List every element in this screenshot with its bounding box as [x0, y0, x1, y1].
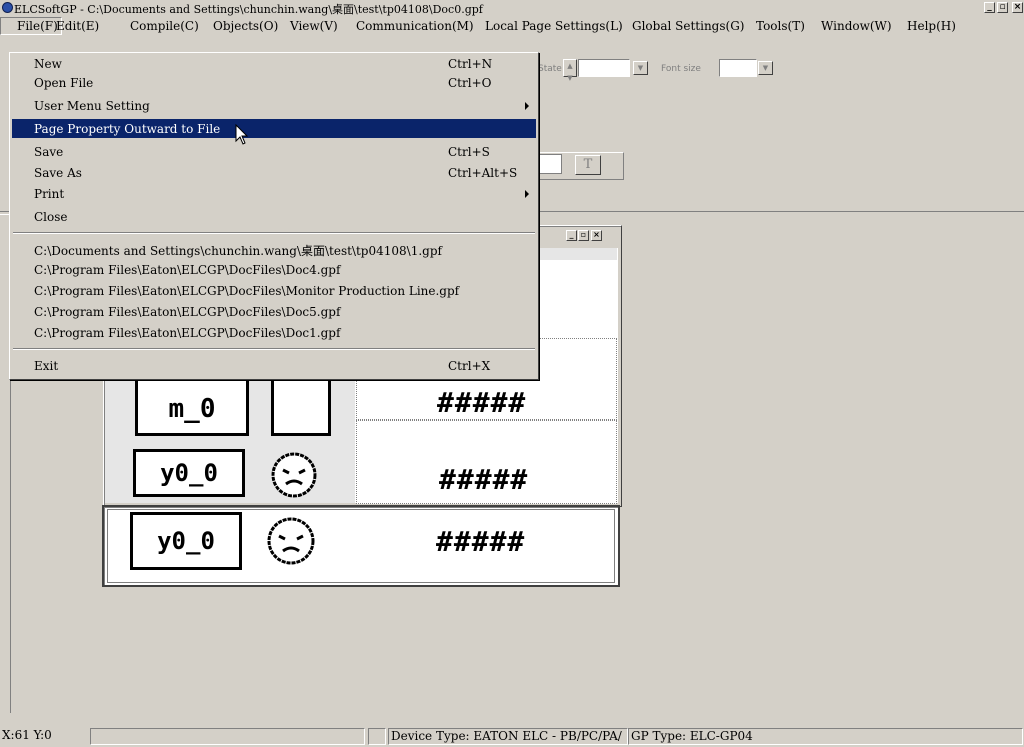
- status-pane-small: [368, 728, 386, 745]
- window-title: ELCSoftGP - C:\Documents and Settings\ch…: [14, 3, 483, 16]
- menu-item-recent-file[interactable]: C:\Program Files\Eaton\ELCGP\DocFiles\Do…: [12, 260, 536, 279]
- menu-help[interactable]: Help(H): [907, 19, 956, 33]
- submenu-arrow-icon: [525, 190, 529, 198]
- font-size-combo[interactable]: [719, 59, 757, 77]
- menu-item-label: Print: [34, 187, 65, 201]
- menu-item-new[interactable]: New Ctrl+N: [12, 54, 536, 73]
- numeric-display: #####: [436, 525, 526, 558]
- file-menu-dropdown: New Ctrl+N Open File Ctrl+O User Menu Se…: [9, 52, 539, 380]
- spin-arrows-icon: ▲ ▼: [567, 62, 573, 82]
- status-pane-empty: [90, 728, 365, 745]
- child-window-front[interactable]: y0_0 #####: [102, 505, 620, 587]
- status-bar: X:61 Y:0 Device Type: EATON ELC - PB/PC/…: [0, 726, 1024, 747]
- state-combo[interactable]: [578, 59, 630, 77]
- menu-item-label: C:\Program Files\Eaton\ELCGP\DocFiles\Do…: [34, 263, 341, 277]
- menu-item-shortcut: Ctrl+N: [448, 57, 493, 71]
- menu-file[interactable]: File(F): [0, 17, 62, 35]
- menu-item-shortcut: Ctrl+X: [448, 359, 491, 373]
- state-dropdown-button[interactable]: ▼: [633, 61, 648, 75]
- submenu-arrow-icon: [525, 102, 529, 110]
- menu-item-recent-file[interactable]: C:\Program Files\Eaton\ELCGP\DocFiles\Do…: [12, 302, 536, 321]
- tag-box[interactable]: m_0: [135, 374, 249, 436]
- menu-item-page-property-outward[interactable]: Page Property Outward to File: [12, 119, 536, 138]
- menu-item-shortcut: Ctrl+S: [448, 145, 490, 159]
- tag-box[interactable]: y0_0: [130, 512, 242, 570]
- tag-label: y0_0: [157, 527, 215, 555]
- menu-edit[interactable]: Edit(E): [56, 19, 99, 33]
- close-button[interactable]: ×: [591, 230, 602, 241]
- menu-item-recent-file[interactable]: C:\Documents and Settings\chunchin.wang\…: [12, 239, 536, 258]
- state-label-group: State: [538, 60, 562, 74]
- menu-global-settings[interactable]: Global Settings(G): [632, 19, 744, 33]
- tag-box[interactable]: y0_0: [133, 449, 245, 497]
- menu-item-close[interactable]: Close: [12, 207, 536, 226]
- menu-item-label: Exit: [34, 359, 59, 373]
- font-size-label-group: Font size: [661, 60, 701, 74]
- face-icon: [271, 452, 317, 498]
- chevron-down-icon: ▼: [637, 64, 644, 72]
- status-device-type: Device Type: EATON ELC - PB/PC/PA/: [388, 728, 628, 745]
- menu-item-label: New: [34, 57, 62, 71]
- menu-item-label: C:\Documents and Settings\chunchin.wang\…: [34, 244, 442, 258]
- menu-view[interactable]: View(V): [290, 19, 338, 33]
- state-label: State: [538, 64, 562, 74]
- status-gp-type: GP Type: ELC-GP04: [628, 728, 1023, 745]
- minimize-button[interactable]: _: [566, 230, 577, 241]
- face-icon: [267, 517, 315, 565]
- menu-item-label: Save: [34, 145, 64, 159]
- menu-item-shortcut: Ctrl+O: [448, 76, 492, 90]
- text-tool-button[interactable]: T: [575, 155, 601, 175]
- menu-item-print[interactable]: Print: [12, 184, 536, 203]
- state-spin[interactable]: ▲ ▼: [563, 59, 577, 82]
- menu-objects[interactable]: Objects(O): [213, 19, 278, 33]
- maximize-button[interactable]: ▫: [997, 2, 1008, 13]
- close-button[interactable]: ×: [1012, 2, 1023, 13]
- menu-item-label: Save As: [34, 166, 82, 180]
- font-size-dropdown-button[interactable]: ▼: [758, 61, 773, 75]
- chevron-down-icon: ▼: [762, 64, 769, 72]
- menu-compile[interactable]: Compile(C): [130, 19, 199, 33]
- menu-item-label: C:\Program Files\Eaton\ELCGP\DocFiles\Do…: [34, 305, 341, 319]
- app-icon: [2, 2, 13, 13]
- numeric-display: #####: [437, 386, 527, 419]
- title-bar: ELCSoftGP - C:\Documents and Settings\ch…: [0, 0, 1024, 16]
- lamp-box[interactable]: [271, 374, 331, 436]
- tag-label: y0_0: [160, 459, 218, 487]
- menu-item-label: C:\Program Files\Eaton\ELCGP\DocFiles\Mo…: [34, 284, 460, 298]
- menu-item-open-file[interactable]: Open File Ctrl+O: [12, 73, 536, 92]
- menu-communication[interactable]: Communication(M): [356, 19, 474, 33]
- menu-item-user-menu-setting[interactable]: User Menu Setting: [12, 96, 536, 115]
- menu-window[interactable]: Window(W): [821, 19, 892, 33]
- menu-item-label: Page Property Outward to File: [34, 122, 221, 136]
- menu-item-shortcut: Ctrl+Alt+S: [448, 166, 518, 180]
- menu-tools[interactable]: Tools(T): [756, 19, 805, 33]
- menu-item-label: Open File: [34, 76, 94, 90]
- maximize-button[interactable]: ▫: [578, 230, 589, 241]
- menu-item-save[interactable]: Save Ctrl+S: [12, 142, 536, 161]
- menu-item-save-as[interactable]: Save As Ctrl+Alt+S: [12, 163, 536, 182]
- menu-separator: [13, 348, 535, 350]
- font-size-label: Font size: [661, 64, 701, 74]
- menu-item-label: C:\Program Files\Eaton\ELCGP\DocFiles\Do…: [34, 326, 341, 340]
- menu-local-page-settings[interactable]: Local Page Settings(L): [485, 19, 623, 33]
- status-coordinates: X:61 Y:0: [2, 728, 52, 742]
- menu-item-recent-file[interactable]: C:\Program Files\Eaton\ELCGP\DocFiles\Mo…: [12, 281, 536, 300]
- mouse-cursor-icon: [235, 124, 249, 145]
- menu-item-label: User Menu Setting: [34, 99, 150, 113]
- menu-item-label: Close: [34, 210, 68, 224]
- text-input-field[interactable]: [538, 154, 562, 174]
- menu-bar: File(F) Edit(E) Compile(C) Objects(O) Vi…: [0, 17, 1024, 35]
- child-window-controls: _ ▫ ×: [566, 230, 614, 244]
- menu-item-exit[interactable]: Exit Ctrl+X: [12, 356, 536, 375]
- menu-separator: [13, 232, 535, 234]
- numeric-display: #####: [439, 463, 529, 496]
- minimize-button[interactable]: _: [984, 2, 995, 13]
- menu-item-recent-file[interactable]: C:\Program Files\Eaton\ELCGP\DocFiles\Do…: [12, 323, 536, 342]
- tag-label: m_0: [168, 394, 216, 424]
